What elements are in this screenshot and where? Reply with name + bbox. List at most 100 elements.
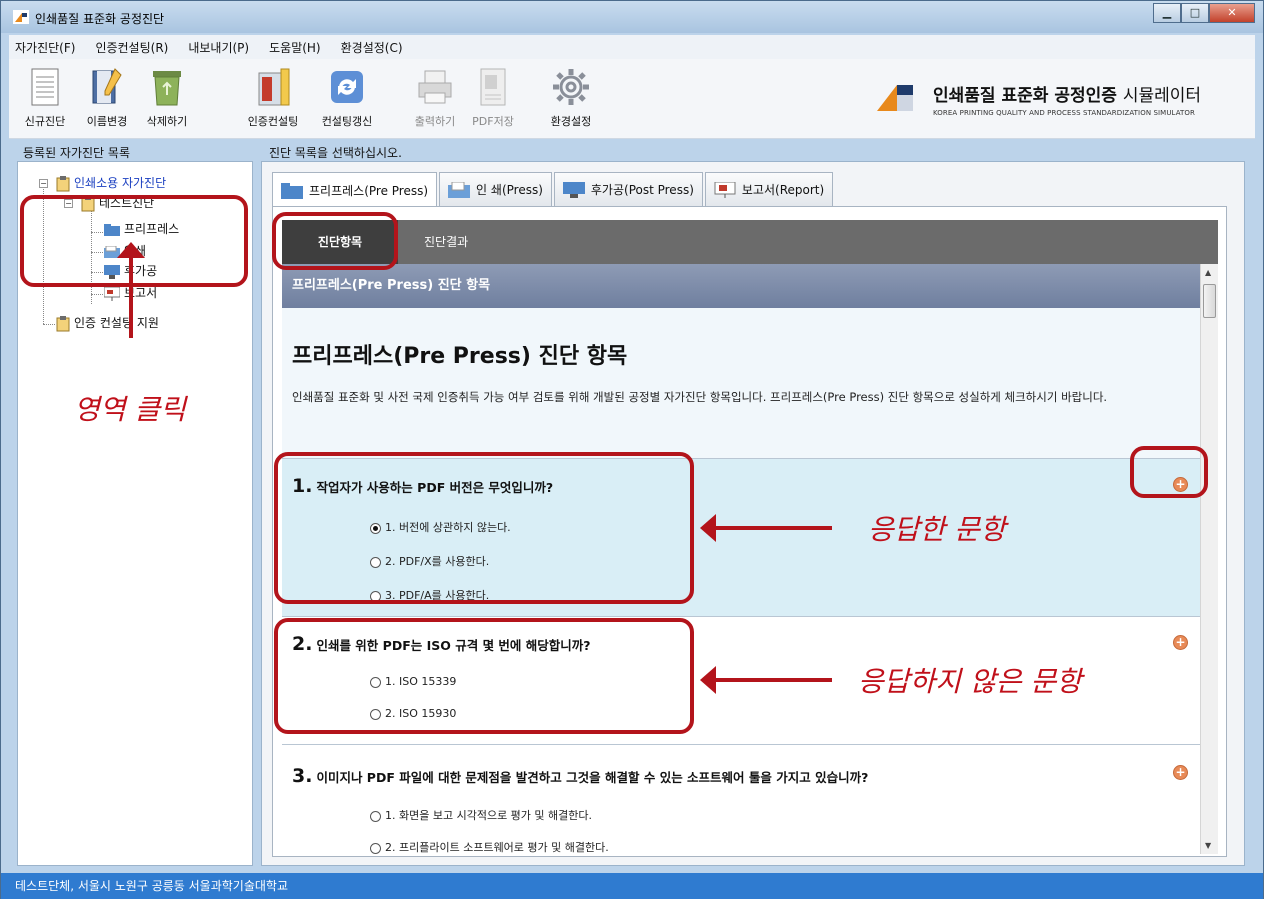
menu-export[interactable]: 내보내기(P) bbox=[188, 39, 249, 56]
menu-help[interactable]: 도움말(H) bbox=[269, 39, 321, 56]
option-label: 2. 프리플라이트 소프트웨어로 평가 및 해결한다. bbox=[385, 841, 609, 854]
scroll-down-icon[interactable]: ▼ bbox=[1205, 841, 1211, 850]
scroll-thumb[interactable] bbox=[1203, 284, 1216, 318]
brand-title: 인쇄품질 표준화 공정인증 시뮬레이터 bbox=[933, 81, 1201, 106]
tree-root-self-diagnosis[interactable]: 인쇄소용 자가진단 bbox=[56, 174, 166, 192]
folder-icon bbox=[281, 182, 303, 199]
pdf-icon bbox=[480, 68, 506, 106]
pdf-save-label: PDF저장 bbox=[472, 115, 514, 128]
toolbar: 신규진단 이름변경 삭제하기 인증컨설팅 컨설팅갱신 출력하기 PDF저장 환경… bbox=[9, 59, 1255, 139]
menu-settings[interactable]: 환경설정(C) bbox=[341, 39, 403, 56]
annotation-box-subtab bbox=[272, 212, 398, 270]
expand-toggle[interactable]: − bbox=[39, 179, 48, 188]
tree-node-cert-support-label: 인증 컨설팅 지원 bbox=[74, 316, 159, 330]
annotation-box-tree bbox=[20, 195, 248, 287]
app-icon bbox=[13, 10, 29, 24]
brand-logo-icon bbox=[877, 85, 913, 111]
brand-banner: 인쇄품질 표준화 공정인증 시뮬레이터 KOREA PRINTING QUALI… bbox=[875, 71, 1245, 127]
tab-press[interactable]: 인 쇄(Press) bbox=[439, 172, 552, 206]
intro-block: 프리프레스(Pre Press) 진단 항목 인쇄품질 표준화 및 사전 국제 … bbox=[282, 308, 1200, 458]
printer-icon bbox=[418, 70, 452, 104]
process-tabs: 프리프레스(Pre Press) 인 쇄(Press) 후가공(Post Pre… bbox=[272, 172, 835, 208]
pdf-save-button[interactable]: PDF저장 bbox=[465, 65, 521, 129]
document-icon bbox=[31, 68, 59, 106]
plus-icon[interactable]: + bbox=[1173, 765, 1188, 780]
right-panel-label: 진단 목록을 선택하십시오. bbox=[269, 146, 402, 160]
tab-postpress[interactable]: 후가공(Post Press) bbox=[553, 172, 703, 206]
delete-button[interactable]: 삭제하기 bbox=[137, 65, 197, 129]
menu-self-diagnosis[interactable]: 자가진단(F) bbox=[15, 39, 75, 56]
question-title: 3. 이미지나 PDF 파일에 대한 문제점을 발견하고 그것을 해결할 수 있는… bbox=[292, 765, 868, 787]
presentation-icon bbox=[104, 286, 120, 301]
radio-button[interactable] bbox=[370, 810, 381, 822]
print-button[interactable]: 출력하기 bbox=[407, 65, 463, 129]
annotation-arrow-left bbox=[712, 526, 832, 530]
new-diagnosis-label: 신규진단 bbox=[24, 115, 66, 128]
settings-button[interactable]: 환경설정 bbox=[541, 65, 601, 129]
option-label: 1. 화면을 보고 시각적으로 평가 및 해결한다. bbox=[385, 809, 593, 822]
tab-report-label: 보고서(Report) bbox=[741, 183, 825, 197]
tab-postpress-label: 후가공(Post Press) bbox=[590, 183, 694, 197]
plus-icon[interactable]: + bbox=[1173, 635, 1188, 650]
menu-cert-consulting[interactable]: 인증컨설팅(R) bbox=[95, 39, 168, 56]
tab-prepress-label: 프리프레스(Pre Press) bbox=[309, 184, 429, 198]
brand-title-normal: 시뮬레이터 bbox=[1122, 86, 1202, 106]
subtab-bar: 진단항목 진단결과 bbox=[282, 220, 1218, 264]
question-number: 3. bbox=[292, 765, 313, 787]
tab-prepress[interactable]: 프리프레스(Pre Press) bbox=[272, 172, 438, 208]
section-header: 프리프레스(Pre Press) 진단 항목 bbox=[282, 264, 1200, 308]
window-title: 인쇄품질 표준화 공정진단 bbox=[35, 12, 165, 26]
annotation-arrow-up bbox=[117, 242, 145, 338]
tree-node-cert-support[interactable]: 인증 컨설팅 지원 bbox=[56, 314, 159, 332]
left-panel-label: 등록된 자가진단 목록 bbox=[23, 146, 130, 160]
maximize-button[interactable]: □ bbox=[1181, 3, 1209, 23]
annotation-answered: 응답한 문항 bbox=[868, 513, 1006, 546]
tab-report[interactable]: 보고서(Report) bbox=[704, 172, 834, 206]
brand-subtitle: KOREA PRINTING QUALITY AND PROCESS STAND… bbox=[933, 109, 1196, 117]
tree-connector bbox=[91, 294, 103, 295]
annotation-arrow-left bbox=[712, 678, 832, 682]
delete-label: 삭제하기 bbox=[146, 115, 188, 128]
vertical-scrollbar[interactable]: ▲ ▼ bbox=[1200, 264, 1218, 854]
gear-icon bbox=[553, 69, 589, 105]
annotation-box-unanswered bbox=[274, 618, 694, 734]
subtab-results[interactable]: 진단결과 bbox=[424, 220, 468, 264]
print-label: 출력하기 bbox=[414, 115, 456, 128]
book-pencil-icon bbox=[92, 68, 122, 104]
trash-icon bbox=[153, 71, 181, 106]
minimize-button[interactable]: ▁ bbox=[1153, 3, 1181, 23]
annotation-area-click: 영역 클릭 bbox=[74, 393, 186, 426]
presentation-icon bbox=[714, 181, 736, 198]
folder-open-icon bbox=[448, 181, 471, 198]
question-text: 이미지나 PDF 파일에 대한 문제점을 발견하고 그것을 해결할 수 있는 소… bbox=[316, 770, 869, 785]
page-title: 프리프레스(Pre Press) 진단 항목 bbox=[292, 344, 628, 369]
clipboard-icon bbox=[56, 175, 70, 191]
settings-label: 환경설정 bbox=[550, 115, 592, 128]
app-window: 인쇄품질 표준화 공정진단 ▁ □ ✕ 자가진단(F) 인증컨설팅(R) 내보내… bbox=[0, 0, 1264, 899]
close-button[interactable]: ✕ bbox=[1209, 3, 1255, 23]
new-diagnosis-button[interactable]: 신규진단 bbox=[15, 65, 75, 129]
clipboard-icon bbox=[56, 315, 70, 331]
cert-consult-label: 인증컨설팅 bbox=[247, 115, 299, 128]
consult-update-label: 컨설팅갱신 bbox=[321, 115, 373, 128]
question-item: 3. 이미지나 PDF 파일에 대한 문제점을 발견하고 그것을 해결할 수 있는… bbox=[282, 744, 1200, 854]
tree-connector bbox=[43, 324, 55, 325]
answer-option[interactable]: 2. 프리플라이트 소프트웨어로 평가 및 해결한다. bbox=[370, 839, 609, 854]
monitor-icon bbox=[562, 181, 585, 198]
rename-label: 이름변경 bbox=[86, 115, 128, 128]
answer-option[interactable]: 1. 화면을 보고 시각적으로 평가 및 해결한다. bbox=[370, 807, 592, 823]
consult-update-button[interactable]: 컨설팅갱신 bbox=[311, 65, 383, 129]
scroll-up-icon[interactable]: ▲ bbox=[1205, 268, 1211, 277]
radio-button[interactable] bbox=[370, 842, 381, 854]
annotation-unanswered: 응답하지 않은 문항 bbox=[858, 665, 1082, 698]
tab-press-label: 인 쇄(Press) bbox=[476, 183, 543, 197]
annotation-box-plus bbox=[1130, 446, 1208, 498]
title-bar: 인쇄품질 표준화 공정진단 ▁ □ ✕ bbox=[1, 1, 1263, 33]
cert-consult-button[interactable]: 인증컨설팅 bbox=[237, 65, 309, 129]
tree-root-label: 인쇄소용 자가진단 bbox=[74, 176, 167, 190]
ruler-chart-icon bbox=[258, 68, 290, 106]
rename-button[interactable]: 이름변경 bbox=[77, 65, 137, 129]
brand-title-bold: 인쇄품질 표준화 공정인증 bbox=[933, 86, 1117, 106]
menu-bar: 자가진단(F) 인증컨설팅(R) 내보내기(P) 도움말(H) 환경설정(C) bbox=[9, 35, 1255, 59]
status-bar: 테스트단체, 서울시 노원구 공릉동 서울과학기술대학교 bbox=[1, 873, 1263, 899]
